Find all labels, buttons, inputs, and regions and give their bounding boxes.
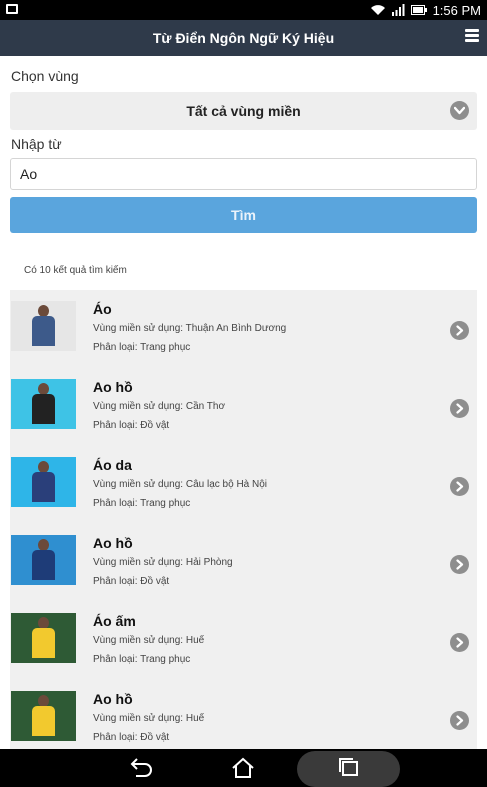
results-panel: Có 10 kết quả tìm kiếm Áo Vùng miền sử dụ…: [10, 247, 477, 757]
result-region: Vùng miền sử dụng: Cần Thơ: [93, 401, 226, 412]
word-label: Nhập từ: [11, 136, 62, 152]
word-input[interactable]: [10, 158, 477, 190]
status-icons: 1:56 PM: [370, 0, 481, 20]
search-button[interactable]: Tìm: [10, 197, 477, 233]
result-region: Vùng miền sử dụng: Hải Phòng: [93, 557, 233, 568]
result-region: Vùng miền sử dụng: Câu lạc bộ Hà Nội: [93, 479, 268, 490]
recent-apps-icon[interactable]: [335, 755, 363, 781]
result-region: Vùng miền sử dụng: Huế: [93, 635, 205, 646]
result-word: Ao hồ: [93, 379, 133, 395]
chevron-right-icon[interactable]: [450, 633, 469, 652]
app-title: Từ Điển Ngôn Ngữ Ký Hiệu: [152, 30, 335, 46]
sign-video-thumbnail: [11, 379, 76, 429]
result-category: Phân loại: Đồ vật: [93, 420, 170, 431]
result-item[interactable]: Áo da Vùng miền sử dụng: Câu lạc bộ Hà Nộ…: [10, 448, 477, 526]
result-category: Phân loại: Trang phục: [93, 498, 191, 509]
result-region: Vùng miền sử dụng: Thuận An Bình Dương: [93, 323, 287, 334]
app-bar: Từ Điển Ngôn Ngữ Ký Hiệu: [0, 20, 487, 56]
result-item[interactable]: Ao hồ Vùng miền sử dụng: Huế Phân loại: Đồ…: [10, 682, 477, 757]
screenshot-icon: [6, 4, 18, 14]
result-word: Áo da: [93, 457, 132, 473]
result-word: Áo ấm: [93, 613, 136, 629]
region-select-value: Tất cả vùng miền: [186, 103, 301, 119]
result-item[interactable]: Ao hồ Vùng miền sử dụng: Hải Phòng Phân lo…: [10, 526, 477, 604]
region-label: Chọn vùng: [11, 68, 79, 84]
result-category: Phân loại: Trang phục: [93, 342, 191, 353]
status-bar: 1:56 PM: [0, 0, 487, 20]
sign-video-thumbnail: [11, 691, 76, 741]
sign-video-thumbnail: [11, 301, 76, 351]
region-select[interactable]: Tất cả vùng miền: [10, 92, 477, 130]
result-item[interactable]: Áo ấm Vùng miền sử dụng: Huế Phân loại: Tr…: [10, 604, 477, 682]
chevron-right-icon[interactable]: [450, 711, 469, 730]
navigation-bar: [0, 749, 487, 787]
chevron-right-icon[interactable]: [450, 555, 469, 574]
result-word: Áo: [93, 301, 112, 317]
signal-icon: [391, 4, 405, 16]
result-region: Vùng miền sử dụng: Huế: [93, 713, 205, 724]
result-category: Phân loại: Đồ vật: [93, 732, 170, 743]
result-word: Ao hồ: [93, 691, 133, 707]
result-category: Phân loại: Đồ vật: [93, 576, 170, 587]
chevron-right-icon[interactable]: [450, 399, 469, 418]
sign-video-thumbnail: [11, 535, 76, 585]
result-item[interactable]: Áo Vùng miền sử dụng: Thuận An Bình Dương…: [10, 292, 477, 370]
chevron-right-icon[interactable]: [450, 321, 469, 340]
results-count: Có 10 kết quả tìm kiếm: [10, 247, 477, 290]
wifi-icon: [370, 5, 385, 15]
chevron-down-icon[interactable]: [450, 101, 469, 120]
result-category: Phân loại: Trang phục: [93, 654, 191, 665]
home-icon[interactable]: [229, 755, 257, 781]
result-item[interactable]: Ao hồ Vùng miền sử dụng: Cần Thơ Phân loại…: [10, 370, 477, 448]
battery-icon: [410, 5, 427, 15]
sign-video-thumbnail: [11, 613, 76, 663]
menu-icon[interactable]: [465, 29, 479, 45]
result-word: Ao hồ: [93, 535, 133, 551]
status-time: 1:56 PM: [432, 2, 481, 18]
sign-video-thumbnail: [11, 457, 76, 507]
back-icon[interactable]: [127, 755, 155, 781]
chevron-right-icon[interactable]: [450, 477, 469, 496]
